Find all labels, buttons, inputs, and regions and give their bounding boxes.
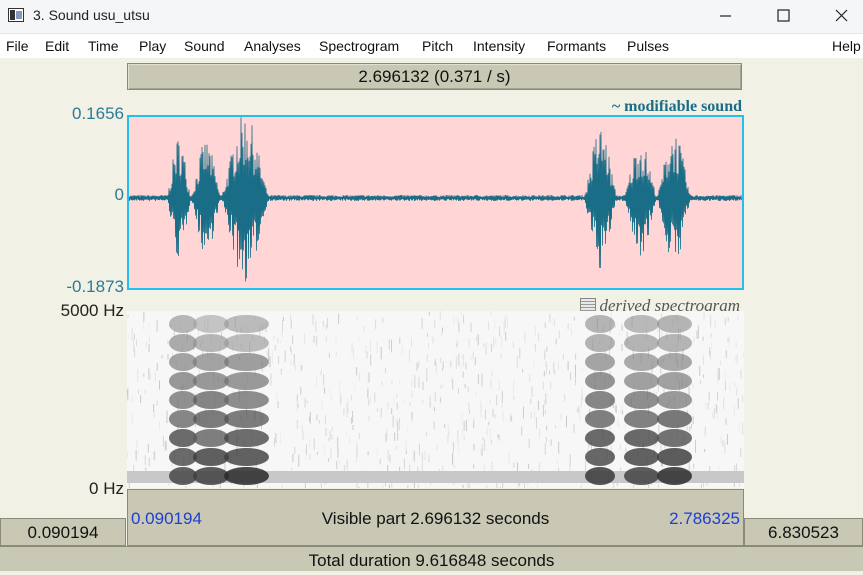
- menu-intensity[interactable]: Intensity: [473, 38, 525, 54]
- waveform-trace: [129, 117, 742, 288]
- menu-play[interactable]: Play: [139, 38, 166, 54]
- visible-end-time: 2.786325: [669, 509, 740, 529]
- waveform-panel[interactable]: [127, 115, 744, 290]
- menu-edit[interactable]: Edit: [45, 38, 69, 54]
- selection-duration-text: 2.696132 (0.371 / s): [358, 67, 510, 86]
- menu-time[interactable]: Time: [88, 38, 119, 54]
- window-end-box[interactable]: 6.830523: [744, 518, 863, 546]
- window-start-box[interactable]: 0.090194: [0, 518, 126, 546]
- waveform-ymin: -0.1873: [0, 277, 124, 297]
- waveform-ymax: 0.1656: [0, 104, 124, 124]
- menu-sound[interactable]: Sound: [184, 38, 224, 54]
- selection-duration-bar[interactable]: 2.696132 (0.371 / s): [127, 63, 742, 90]
- close-icon: [817, 0, 863, 32]
- spectrogram-panel[interactable]: [127, 311, 744, 488]
- spectrogram-top-freq: 5000 Hz: [0, 301, 124, 321]
- window-end-time: 6.830523: [768, 523, 839, 542]
- close-button[interactable]: [817, 0, 863, 32]
- window-start-time: 0.090194: [28, 523, 99, 542]
- menu-pulses[interactable]: Pulses: [627, 38, 669, 54]
- title-bar: 3. Sound usu_utsu: [0, 0, 863, 34]
- app-icon: [8, 8, 24, 22]
- spectrogram-icon: [580, 298, 596, 312]
- window-title: 3. Sound usu_utsu: [33, 7, 150, 23]
- menu-pitch[interactable]: Pitch: [422, 38, 453, 54]
- waveform-label: ~ modifiable sound: [612, 98, 742, 116]
- visible-part-bar[interactable]: 0.090194 Visible part 2.696132 seconds 2…: [127, 489, 744, 546]
- maximize-button[interactable]: [760, 0, 806, 32]
- menu-help[interactable]: Help: [832, 38, 861, 54]
- visible-part-label: Visible part 2.696132 seconds: [128, 509, 743, 529]
- menu-file[interactable]: File: [6, 38, 29, 54]
- minimize-icon: [702, 0, 748, 32]
- menu-formants[interactable]: Formants: [547, 38, 606, 54]
- minimize-button[interactable]: [702, 0, 748, 32]
- spectrogram-image: [127, 311, 744, 488]
- maximize-icon: [760, 0, 806, 32]
- waveform-yzero: 0: [0, 185, 124, 205]
- menu-spectrogram[interactable]: Spectrogram: [319, 38, 399, 54]
- menu-analyses[interactable]: Analyses: [244, 38, 301, 54]
- total-duration-text: Total duration 9.616848 seconds: [309, 551, 555, 570]
- menu-bar: File Edit Time Play Sound Analyses Spect…: [0, 34, 863, 58]
- total-duration-bar[interactable]: Total duration 9.616848 seconds: [0, 546, 863, 571]
- spectrogram-bottom-freq: 0 Hz: [0, 479, 124, 499]
